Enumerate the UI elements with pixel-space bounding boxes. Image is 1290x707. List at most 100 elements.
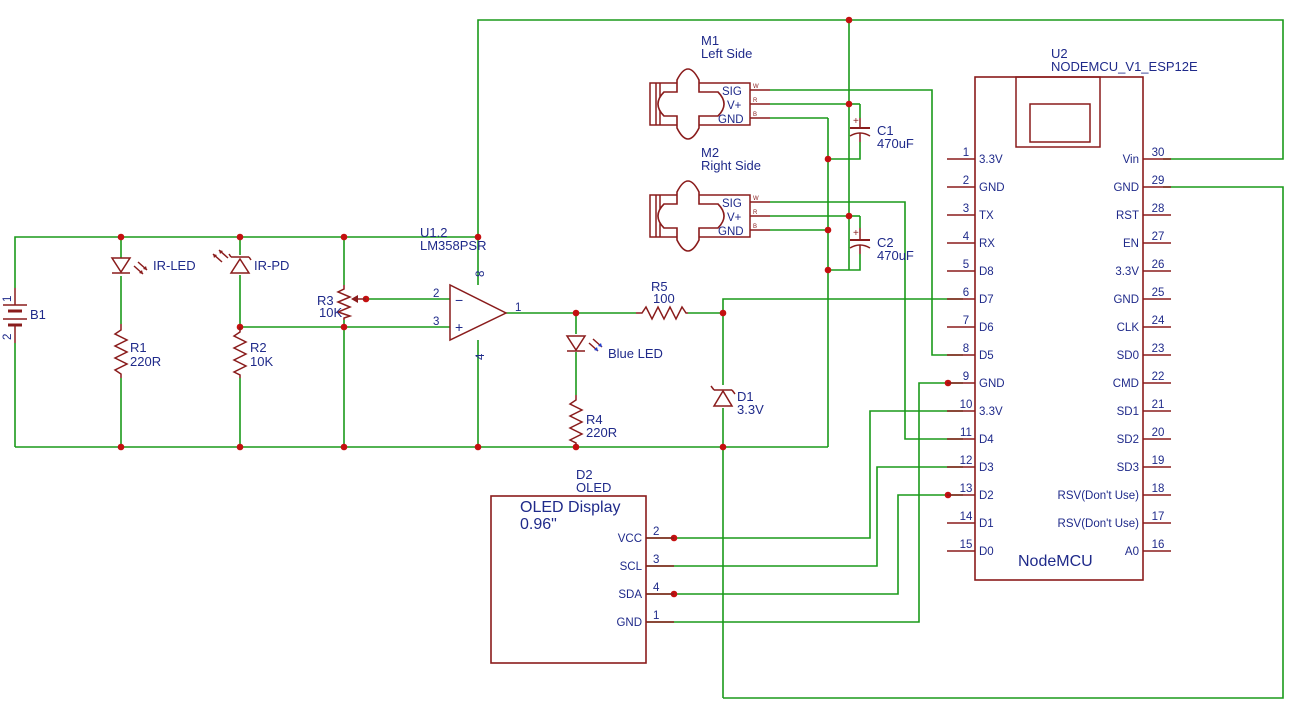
servo-m1: SIG V+ GND W R B M1 Left Side [649,33,770,140]
d1-value: 3.3V [737,402,764,417]
oled-pin-vcc: VCC [618,533,642,545]
m1-tag-w: W [753,84,759,90]
oled-pin-num-1: 1 [653,610,659,622]
mcu-body-label: NodeMCU [1018,553,1093,570]
mcu-pin-num: 16 [1152,539,1165,551]
mcu-pin-num: 25 [1152,287,1165,299]
mcu-pin-num: 22 [1152,371,1165,383]
mcu-pin-num: 28 [1152,203,1165,215]
mcu-pin-name: D7 [979,294,994,306]
mcu-pin-name: D1 [979,518,994,530]
r4-value: 220R [586,425,617,440]
m1-value: Left Side [701,46,752,61]
oled-display: D2 OLED OLED Display 0.96" VCC SCL SDA G… [490,467,674,664]
mcu-pin-name: D2 [979,490,994,502]
opamp-plus-sign: + [455,319,463,335]
opamp-pin-vcc: 8 [475,271,487,277]
mcu-pin-name: CMD [1113,378,1139,390]
mcu-pin-name: RSV(Don't Use) [1058,490,1140,502]
mcu-pin-name: CLK [1117,322,1140,334]
mcu-pin-name: SD2 [1117,434,1139,446]
r1-value: 220R [130,354,161,369]
mcu-pin-name: EN [1123,238,1139,250]
mcu-pin-name: RSV(Don't Use) [1058,518,1140,530]
m2-tag-r: R [753,210,758,216]
ir-led-label: IR-LED [153,258,196,273]
resistor-r1: R1 220R [113,324,161,378]
resistor-r2: R2 10K [232,327,273,378]
mcu-part: NODEMCU_V1_ESP12E [1051,59,1198,74]
oled-pin-num-4: 4 [653,582,660,594]
r2-value: 10K [250,354,273,369]
mcu-pin-num: 30 [1152,147,1165,159]
m2-tag-b: B [753,224,757,230]
b1-pin2: 2 [2,334,14,340]
mcu-pin-num: 14 [960,511,973,523]
mcu-pin-name: D0 [979,546,994,558]
mcu-pin-name: GND [1113,294,1139,306]
mcu-pin-num: 4 [963,231,970,243]
resistor-r4: R4 220R [568,395,617,445]
mcu-pin-name: D6 [979,322,994,334]
blue-led-label: Blue LED [608,346,663,361]
mcu-pin-num: 8 [963,343,969,355]
m2-pin-vplus: V+ [727,212,742,224]
mcu-pin-num: 13 [960,483,973,495]
mcu-pin-name: Vin [1123,154,1139,166]
opamp-pin-plus: 3 [433,316,439,328]
nodemcu-module: U2 NODEMCU_V1_ESP12E NodeMCU 13.3V2GND3T… [947,46,1198,581]
mcu-pin-num: 27 [1152,231,1165,243]
b1-ref: B1 [30,307,46,322]
oled-pin-num-2: 2 [653,526,659,538]
mcu-pin-name: RX [979,238,995,250]
mcu-pin-num: 7 [963,315,969,327]
mcu-pin-num: 12 [960,455,973,467]
c2-value: 470uF [877,248,914,263]
mcu-pin-name: D8 [979,266,994,278]
m1-pin-sig: SIG [722,86,742,98]
servo-m2: SIG V+ GND W R B M2 Right Side [649,145,770,252]
mcu-pin-num: 9 [963,371,969,383]
mcu-pin-num: 29 [1152,175,1165,187]
oled-title-2: 0.96" [520,516,557,533]
m1-pin-vplus: V+ [727,100,742,112]
m1-tag-b: B [753,112,757,118]
oled-title-1: OLED Display [520,499,620,516]
oled-pin-num-3: 3 [653,554,659,566]
opamp-pin-out: 1 [515,302,521,314]
oled-pin-scl: SCL [620,561,643,573]
zener-d1: D1 3.3V [710,385,764,417]
opamp-pin-gnd: 4 [475,353,487,360]
mcu-pin-name: 3.3V [979,406,1003,418]
mcu-pin-num: 10 [960,399,973,411]
m2-pin-sig: SIG [722,198,742,210]
mcu-pin-num: 5 [963,259,969,271]
mcu-pin-num: 3 [963,203,969,215]
mcu-pin-name: D5 [979,350,994,362]
mcu-pin-name: SD3 [1117,462,1139,474]
mcu-pin-num: 24 [1152,315,1165,327]
r3-value: 10K [319,305,342,320]
opamp-part: LM358PSR [420,238,486,253]
mcu-pin-num: 15 [960,539,973,551]
mcu-pin-num: 18 [1152,483,1165,495]
mcu-pin-name: GND [1113,182,1139,194]
mcu-pin-name: SD0 [1117,350,1139,362]
m2-value: Right Side [701,158,761,173]
mcu-pin-num: 23 [1152,343,1165,355]
mcu-pin-num: 21 [1152,399,1165,411]
c1-value: 470uF [877,136,914,151]
m1-tag-r: R [753,98,758,104]
opamp-minus-sign: − [455,292,463,308]
mcu-pin-num: 2 [963,175,969,187]
mcu-pin-name: D3 [979,462,994,474]
mcu-pin-num: 6 [963,287,969,299]
mcu-pin-name: SD1 [1117,406,1139,418]
mcu-pin-name: D4 [979,434,994,446]
mcu-pin-num: 1 [963,147,969,159]
m1-pin-gnd: GND [718,114,744,126]
c2-plus: + [853,228,859,239]
ir-led: IR-LED [110,257,196,275]
mcu-pin-num: 19 [1152,455,1165,467]
c1-plus: + [853,116,859,127]
